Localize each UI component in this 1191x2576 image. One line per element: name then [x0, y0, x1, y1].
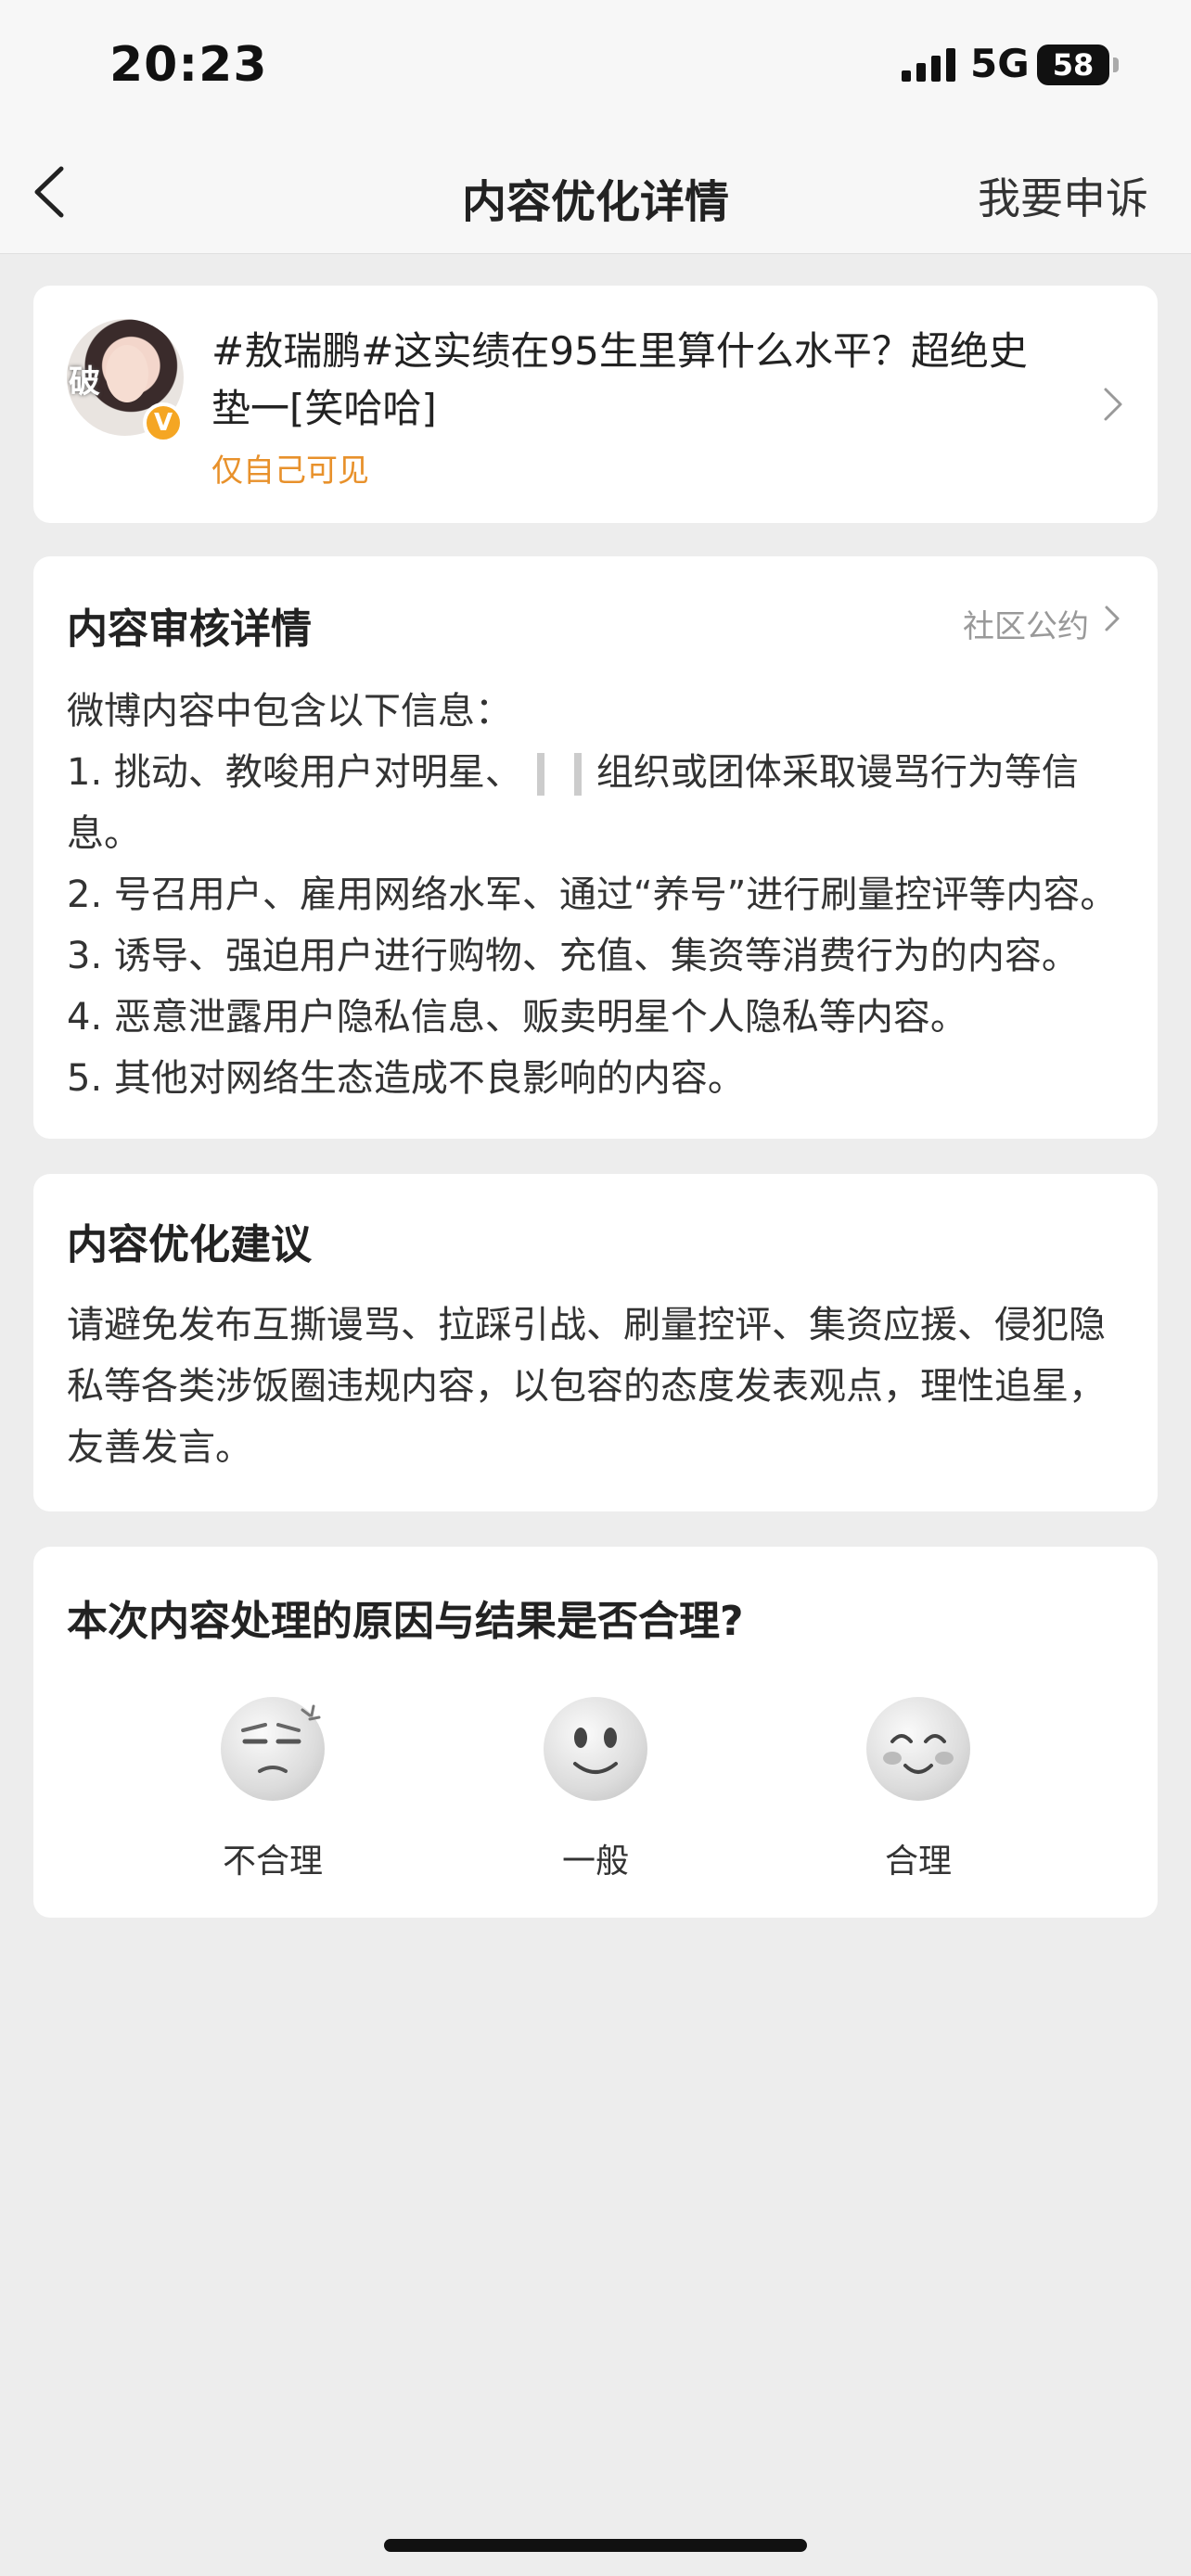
review-item: 3. 诱导、强迫用户进行购物、充值、集资等消费行为的内容。	[67, 935, 1079, 977]
feedback-option-label: 不合理	[222, 1843, 323, 1881]
suggestion-card: 内容优化建议 请避免发布互撕谩骂、拉踩引战、刷量控评、集资应援、侵犯隐私等各类涉…	[33, 1174, 1158, 1511]
home-indicator[interactable]	[384, 2539, 807, 2552]
redacted-mark	[573, 753, 582, 796]
chevron-right-icon[interactable]	[1102, 386, 1124, 423]
feedback-option-neutral[interactable]: 一般	[503, 1697, 688, 1882]
review-item-part: 1. 挑动、教唆用户对明星、	[67, 751, 522, 794]
review-item: 2. 号召用户、雇用网络水军、通过“养号”进行刷量控评等内容。	[67, 874, 1118, 916]
feedback-question: 本次内容处理的原因与结果是否合理?	[67, 1598, 744, 1645]
feedback-card: 本次内容处理的原因与结果是否合理? 不合理 一般 合理	[33, 1547, 1158, 1918]
chevron-right-icon[interactable]	[1104, 605, 1121, 632]
suggestion-title: 内容优化建议	[67, 1221, 312, 1269]
network-type: 5G	[970, 41, 1030, 86]
happy-face-icon[interactable]	[866, 1697, 970, 1801]
appeal-button[interactable]: 我要申诉	[978, 165, 1148, 226]
status-time: 20:23	[109, 37, 268, 93]
battery-icon: 58	[1037, 45, 1109, 85]
feedback-option-reasonable[interactable]: 合理	[826, 1697, 1011, 1882]
feedback-option-unreasonable[interactable]: 不合理	[180, 1697, 365, 1882]
suggestion-body: 请避免发布互撕谩骂、拉踩引战、刷量控评、集资应援、侵犯隐私等各类涉饭圈违规内容，…	[67, 1304, 1106, 1469]
post-card[interactable]: 破 V #敖瑞鹏#这实绩在95生里算什么水平？超绝史垫一[笑哈哈] 仅自己可见	[33, 286, 1158, 523]
review-item: 4. 恶意泄露用户隐私信息、贩卖明星个人隐私等内容。	[67, 996, 967, 1039]
nav-bar: 内容优化详情 我要申诉	[0, 139, 1191, 254]
review-title: 内容审核详情	[67, 606, 312, 653]
avatar-text: 破	[69, 363, 100, 401]
review-item: 5. 其他对网络生态造成不良影响的内容。	[67, 1057, 745, 1100]
visibility-label: 仅自己可见	[211, 453, 369, 490]
post-text[interactable]: #敖瑞鹏#这实绩在95生里算什么水平？超绝史垫一[笑哈哈]	[211, 323, 1065, 438]
status-bar: 20:23 5G 58	[0, 0, 1191, 139]
verified-badge-icon: V	[143, 402, 184, 443]
annoyed-face-icon[interactable]	[221, 1697, 325, 1801]
feedback-option-label: 合理	[884, 1843, 952, 1881]
review-intro: 微博内容中包含以下信息：	[67, 690, 512, 733]
battery-tip	[1113, 57, 1119, 72]
review-item: 1. 挑动、教唆用户对明星、 组织或团体采取谩骂行为等信息。	[67, 742, 1133, 864]
avatar-face	[106, 345, 148, 402]
redacted-mark	[536, 753, 544, 796]
community-rules-link[interactable]: 社区公约	[963, 601, 1089, 646]
review-details-card: 内容审核详情 社区公约 微博内容中包含以下信息： 1. 挑动、教唆用户对明星、组…	[33, 556, 1158, 1139]
signal-icon	[902, 48, 955, 82]
feedback-option-label: 一般	[561, 1843, 629, 1881]
review-body: 微博内容中包含以下信息： 1. 挑动、教唆用户对明星、 组织或团体采取谩骂行为等信…	[67, 681, 1133, 1109]
neutral-face-icon[interactable]	[544, 1697, 647, 1801]
